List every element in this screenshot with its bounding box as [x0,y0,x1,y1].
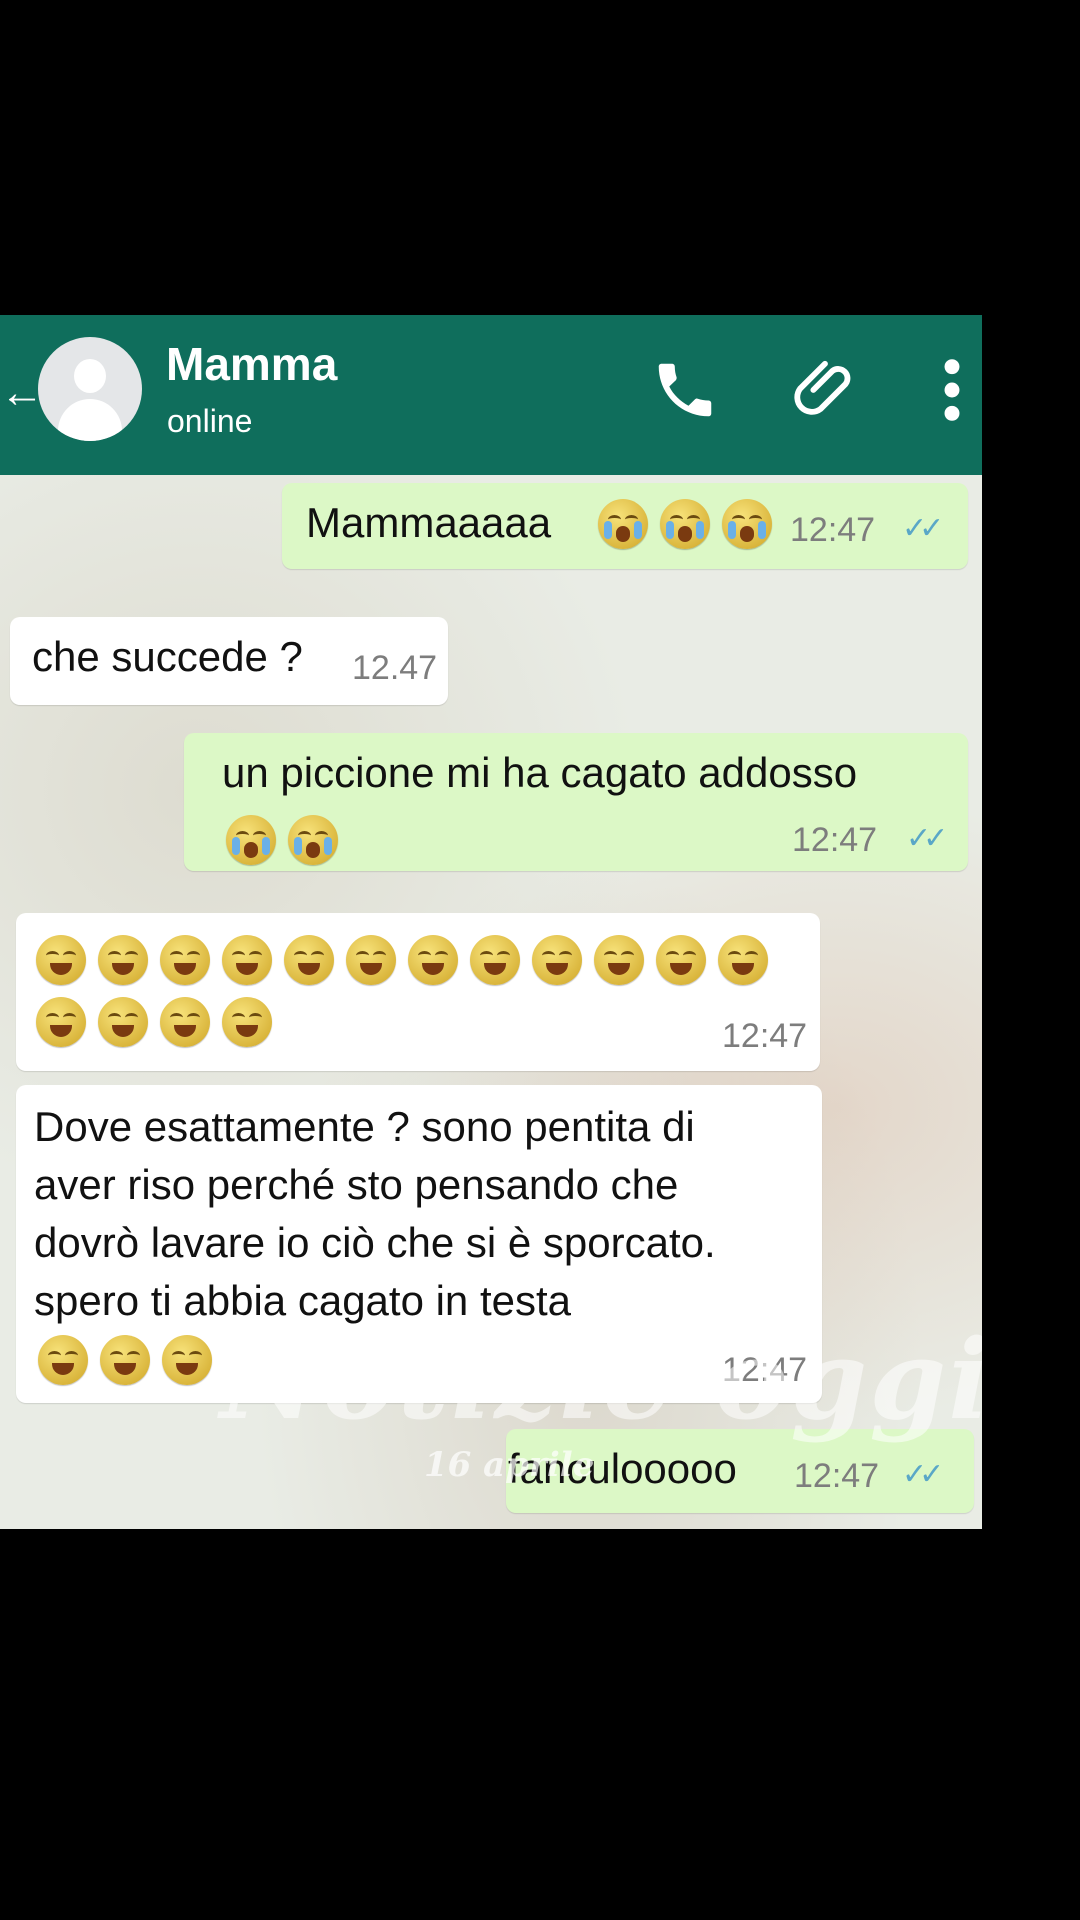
laughing-emoji-icon [656,935,706,985]
laughing-emoji-icon [284,935,334,985]
read-ticks-icon: ✓✓ [902,1458,944,1491]
message-bubble-outgoing[interactable]: un piccione mi ha cagato addosso 12:47 ✓… [184,733,968,871]
crying-emoji-icon [722,499,772,549]
laughing-emoji-icon [470,935,520,985]
message-time: 12:47 [794,1457,880,1495]
emoji-row [38,1335,224,1385]
emoji-row [36,935,780,985]
laughing-emoji-icon [160,935,210,985]
message-text: che succede ? [32,633,303,680]
laughing-emoji-icon [408,935,458,985]
laughing-emoji-icon [98,997,148,1047]
message-bubble-outgoing[interactable]: Mammaaaaa 12:47 ✓✓ [282,483,968,569]
chat-header: ← Mamma online [0,315,982,475]
emoji-row [598,499,784,549]
read-ticks-icon: ✓✓ [906,822,948,855]
emoji-row [226,815,350,865]
avatar-head-shape [74,359,106,393]
chat-screenshot: ← Mamma online Mammaaaaa 12:47 ✓✓ che su… [0,315,982,1529]
crying-emoji-icon [226,815,276,865]
phone-icon[interactable] [650,355,720,425]
contact-name[interactable]: Mamma [166,337,337,391]
laughing-emoji-icon [718,935,768,985]
message-text: un piccione mi ha cagato addosso [222,749,858,796]
message-bubble-incoming[interactable]: 12:47 [16,913,820,1071]
message-line: dovrò lavare io ciò che si è sporcato. [34,1219,716,1266]
emoji-row [36,997,284,1047]
message-line: aver riso perché sto pensando che [34,1161,679,1208]
laughing-emoji-icon [36,997,86,1047]
contact-status: online [167,403,253,439]
message-time: 12.47 [352,649,438,687]
crying-emoji-icon [598,499,648,549]
avatar[interactable] [38,337,142,441]
watermark-date: 16 aprile [424,1445,595,1485]
message-bubble-incoming[interactable]: che succede ? 12.47 [10,617,448,705]
laughing-emoji-icon [38,1335,88,1385]
laughing-emoji-icon [100,1335,150,1385]
watermark-logo: Notizie oggi [220,1315,982,1444]
read-ticks-icon: ✓✓ [902,512,944,545]
laughing-emoji-icon [532,935,582,985]
message-line: Dove esattamente ? sono pentita di [34,1103,695,1150]
laughing-emoji-icon [346,935,396,985]
message-time: 12:47 [792,821,878,859]
avatar-body-shape [58,399,122,441]
crying-emoji-icon [660,499,710,549]
laughing-emoji-icon [222,935,272,985]
laughing-emoji-icon [222,997,272,1047]
message-time: 12:47 [790,511,876,549]
laughing-emoji-icon [160,997,210,1047]
laughing-emoji-icon [36,935,86,985]
laughing-emoji-icon [162,1335,212,1385]
paperclip-icon[interactable] [790,355,860,425]
laughing-emoji-icon [98,935,148,985]
message-time: 12:47 [722,1017,808,1055]
crying-emoji-icon [288,815,338,865]
more-vert-icon[interactable] [930,355,974,425]
laughing-emoji-icon [594,935,644,985]
message-text: Mammaaaaa [306,499,552,546]
